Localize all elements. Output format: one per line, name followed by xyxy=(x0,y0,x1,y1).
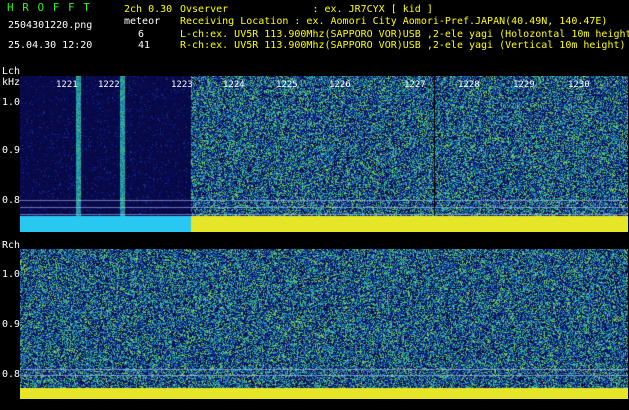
datetime-label: 25.04.30 12:20 xyxy=(8,40,93,51)
rch-ytick-3: 0.8 xyxy=(2,369,21,380)
location-line: Receiving Location : ex. Aomori City Aom… xyxy=(180,16,608,27)
khz-label: kHz xyxy=(2,77,21,88)
lch-ytick-2: 0.9 xyxy=(2,145,21,156)
rch-ytick-2: 0.9 xyxy=(2,319,21,330)
time-tick-1229: 1229 xyxy=(513,80,535,90)
meteor-label: meteor xyxy=(124,16,161,27)
observer-line: Ovserver : ex. JR7CYX [ kid ] xyxy=(180,4,433,15)
time-tick-1223: 1223 xyxy=(171,80,193,90)
lch-label: Lch xyxy=(2,66,21,77)
filename-label: 2504301220.png xyxy=(8,20,93,31)
lch-waterfall xyxy=(20,76,628,232)
time-tick-1228: 1228 xyxy=(458,80,480,90)
time-tick-1227: 1227 xyxy=(404,80,426,90)
time-tick-1226: 1226 xyxy=(329,80,351,90)
lch-ytick-3: 0.8 xyxy=(2,195,21,206)
rch-waterfall xyxy=(20,249,628,399)
rch-info-line: R-ch:ex. UV5R 113.900Mhz(SAPPORO VOR)USB… xyxy=(180,40,626,51)
time-tick-1222: 1222 xyxy=(98,80,120,90)
rch-ytick-1: 1.0 xyxy=(2,269,21,280)
time-tick-1221: 1221 xyxy=(56,80,78,90)
lch-ytick-1: 1.0 xyxy=(2,97,21,108)
app-title: H R O F F T xyxy=(7,1,91,14)
mode-label: 2ch 0.30 xyxy=(124,4,173,15)
meteor-count-rch: 41 xyxy=(138,40,151,51)
rch-label: Rch xyxy=(2,240,21,251)
time-tick-1224: 1224 xyxy=(223,80,245,90)
time-tick-1230: 1230 xyxy=(568,80,590,90)
time-tick-1225: 1225 xyxy=(276,80,298,90)
